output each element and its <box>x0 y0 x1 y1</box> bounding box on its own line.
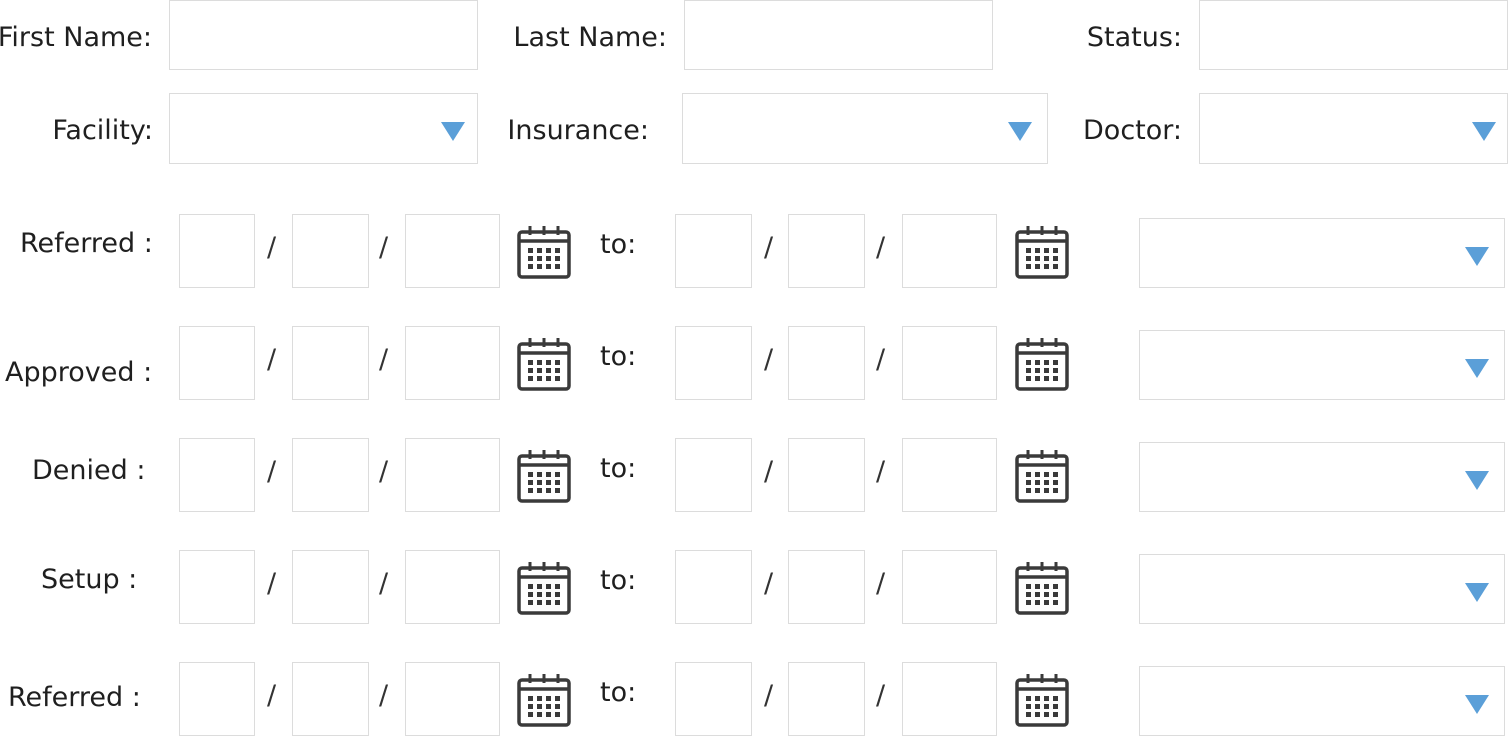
from-day-input[interactable] <box>292 326 369 400</box>
date-separator: / <box>764 568 774 599</box>
calendar-icon[interactable] <box>516 336 572 392</box>
to-year-input[interactable] <box>902 550 997 624</box>
calendar-icon[interactable] <box>516 224 572 280</box>
from-month-input[interactable] <box>179 438 255 512</box>
from-year-input[interactable] <box>405 550 500 624</box>
from-month-input[interactable] <box>179 214 255 288</box>
date-separator: / <box>267 680 277 711</box>
date-separator: / <box>876 568 886 599</box>
calendar-icon[interactable] <box>1014 224 1070 280</box>
date-row-select[interactable] <box>1139 554 1505 624</box>
to-label: to: <box>600 229 637 260</box>
to-year-input[interactable] <box>902 326 997 400</box>
dropdown-arrow-icon <box>1465 359 1489 378</box>
from-year-input[interactable] <box>405 662 500 736</box>
last-name-input[interactable] <box>684 0 993 70</box>
date-row-label: Approved : <box>5 357 153 388</box>
to-day-input[interactable] <box>788 662 865 736</box>
date-separator: / <box>764 680 774 711</box>
to-day-input[interactable] <box>788 326 865 400</box>
first-name-label: First Name: <box>0 22 152 53</box>
date-separator: / <box>267 456 277 487</box>
date-separator: / <box>876 456 886 487</box>
dropdown-arrow-icon <box>1465 583 1489 602</box>
to-month-input[interactable] <box>675 662 752 736</box>
dropdown-arrow-icon <box>1465 247 1489 266</box>
date-separator: / <box>764 456 774 487</box>
date-separator: / <box>379 232 389 263</box>
insurance-select[interactable] <box>682 93 1048 164</box>
from-day-input[interactable] <box>292 662 369 736</box>
date-separator: / <box>876 232 886 263</box>
dropdown-arrow-icon <box>1472 122 1496 141</box>
date-separator: / <box>379 456 389 487</box>
from-month-input[interactable] <box>179 662 255 736</box>
to-label: to: <box>600 341 637 372</box>
from-year-input[interactable] <box>405 214 500 288</box>
doctor-label: Doctor: <box>1083 115 1182 146</box>
first-name-input[interactable] <box>169 0 478 70</box>
date-separator: / <box>379 344 389 375</box>
date-separator: / <box>876 344 886 375</box>
from-day-input[interactable] <box>292 438 369 512</box>
to-label: to: <box>600 565 637 596</box>
calendar-icon[interactable] <box>1014 560 1070 616</box>
date-separator: / <box>267 232 277 263</box>
insurance-label: Insurance: <box>507 115 649 146</box>
to-day-input[interactable] <box>788 438 865 512</box>
date-separator: / <box>764 232 774 263</box>
from-day-input[interactable] <box>292 550 369 624</box>
last-name-label: Last Name: <box>513 22 667 53</box>
to-year-input[interactable] <box>902 214 997 288</box>
calendar-icon[interactable] <box>1014 336 1070 392</box>
dropdown-arrow-icon <box>1465 471 1489 490</box>
facility-select[interactable] <box>169 93 478 164</box>
from-month-input[interactable] <box>179 326 255 400</box>
from-year-input[interactable] <box>405 326 500 400</box>
dropdown-arrow-icon <box>1008 122 1032 141</box>
doctor-select[interactable] <box>1199 93 1508 164</box>
date-separator: / <box>379 568 389 599</box>
to-month-input[interactable] <box>675 326 752 400</box>
calendar-icon[interactable] <box>516 560 572 616</box>
to-month-input[interactable] <box>675 550 752 624</box>
date-row-select[interactable] <box>1139 218 1505 288</box>
to-day-input[interactable] <box>788 550 865 624</box>
date-separator: / <box>764 344 774 375</box>
date-separator: / <box>876 680 886 711</box>
date-separator: / <box>267 344 277 375</box>
to-day-input[interactable] <box>788 214 865 288</box>
to-month-input[interactable] <box>675 438 752 512</box>
facility-label: Facility: <box>52 115 153 146</box>
calendar-icon[interactable] <box>516 448 572 504</box>
from-year-input[interactable] <box>405 438 500 512</box>
status-input[interactable] <box>1199 0 1508 70</box>
from-day-input[interactable] <box>292 214 369 288</box>
calendar-icon[interactable] <box>516 672 572 728</box>
to-month-input[interactable] <box>675 214 752 288</box>
to-label: to: <box>600 677 637 708</box>
dropdown-arrow-icon <box>441 122 465 141</box>
date-row-label: Setup : <box>41 564 138 595</box>
dropdown-arrow-icon <box>1465 695 1489 714</box>
date-row-select[interactable] <box>1139 330 1505 400</box>
to-year-input[interactable] <box>902 662 997 736</box>
date-row-label: Referred : <box>20 228 153 259</box>
date-separator: / <box>379 680 389 711</box>
from-month-input[interactable] <box>179 550 255 624</box>
date-row-select[interactable] <box>1139 666 1505 736</box>
date-row-label: Denied : <box>32 455 146 486</box>
calendar-icon[interactable] <box>1014 448 1070 504</box>
to-year-input[interactable] <box>902 438 997 512</box>
calendar-icon[interactable] <box>1014 672 1070 728</box>
date-separator: / <box>267 568 277 599</box>
date-row-select[interactable] <box>1139 442 1505 512</box>
to-label: to: <box>600 453 637 484</box>
date-row-label: Referred : <box>8 682 141 713</box>
status-label: Status: <box>1086 22 1182 53</box>
